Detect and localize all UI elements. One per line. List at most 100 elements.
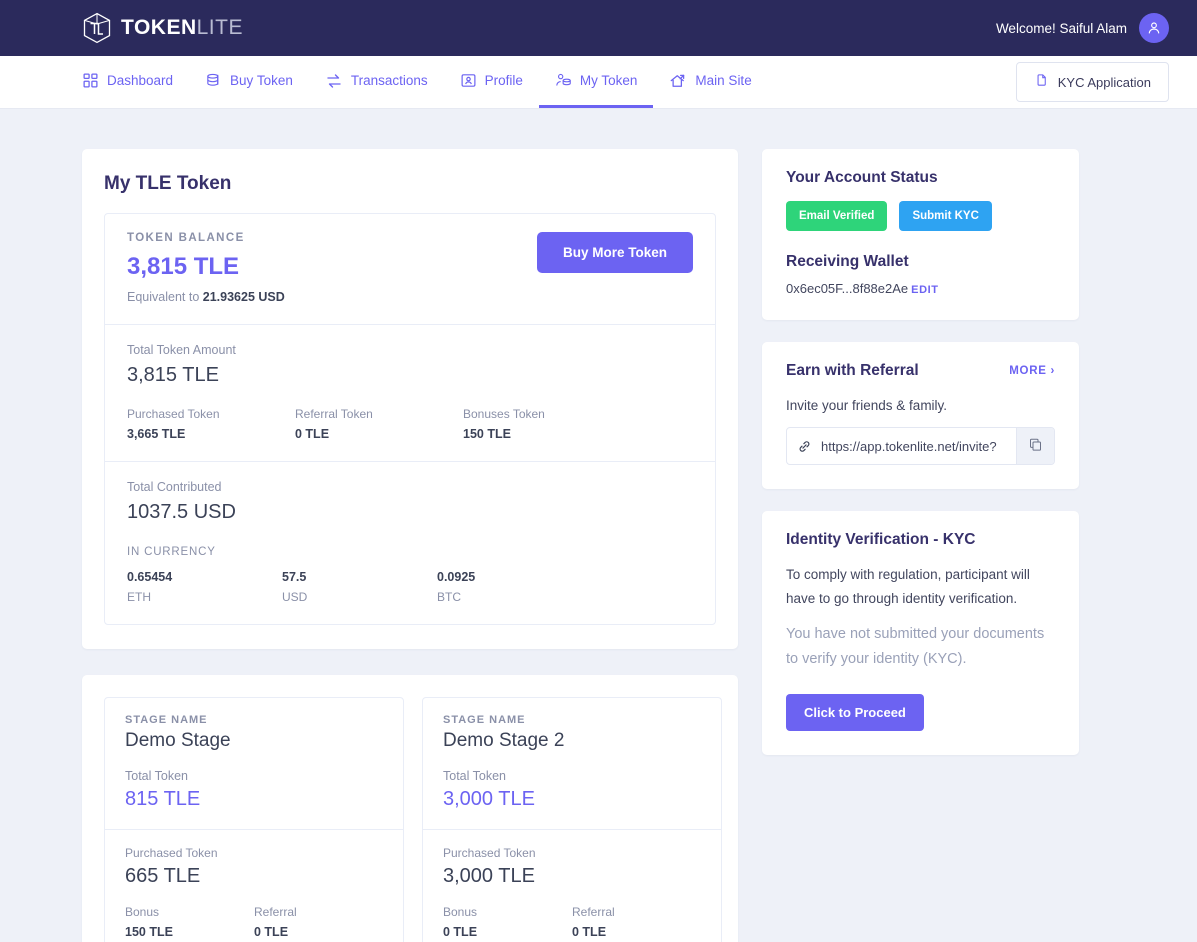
nav-item-transactions[interactable]: Transactions: [309, 56, 444, 108]
sidebar-column: Your Account Status Email Verified Submi…: [762, 149, 1079, 777]
user-coins-icon: [555, 72, 572, 89]
token-balance-equivalent: Equivalent to 21.93625 USD: [127, 290, 285, 304]
total-contributed-section: Total Contributed 1037.5 USD IN CURRENCY…: [105, 461, 715, 624]
currency-name-btc: BTC: [437, 590, 461, 604]
nav-label-dashboard: Dashboard: [107, 73, 174, 88]
kyc-application-button[interactable]: KYC Application: [1015, 62, 1169, 102]
link-icon: [787, 428, 821, 464]
stage-bonus: Bonus 0 TLE: [443, 905, 572, 939]
kyc-application-label: KYC Application: [1057, 74, 1151, 90]
currency-name-usd: USD: [282, 590, 308, 604]
equivalent-prefix: Equivalent to: [127, 290, 200, 304]
currency-name-eth: ETH: [127, 590, 151, 604]
brand-logo[interactable]: TOKENLITE: [82, 12, 243, 44]
currency-item: 0.65454 ETH: [127, 570, 282, 604]
token-summary-card: TOKEN BALANCE 3,815 TLE Equivalent to 21…: [104, 213, 716, 625]
stages-panel: STAGE NAME Demo Stage Total Token 815 TL…: [82, 675, 738, 942]
logo-lite-text: LITE: [196, 16, 243, 39]
stage-bonus-label: Bonus: [125, 905, 160, 919]
buy-more-token-button[interactable]: Buy More Token: [536, 232, 693, 273]
wallet-address: 0x6ec05F...8f88e2Ae: [786, 281, 909, 296]
stage-bonus-value: 0 TLE: [443, 925, 478, 939]
account-status-title: Your Account Status: [786, 169, 938, 186]
receiving-wallet-title: Receiving Wallet: [786, 253, 909, 270]
logo-cube-icon: [82, 12, 112, 44]
referral-card: Earn with Referral MORE › Invite your fr…: [762, 342, 1079, 489]
nav-label-transactions: Transactions: [350, 73, 428, 88]
user-area[interactable]: Welcome! Saiful Alam: [996, 13, 1169, 43]
nav-label-my-token: My Token: [579, 73, 638, 88]
status-badge-submit-kyc[interactable]: Submit KYC: [899, 201, 992, 231]
coins-icon: [205, 72, 222, 89]
stage-bonus-label: Bonus: [443, 905, 478, 919]
logo-wordmark: TOKENLITE: [121, 16, 243, 40]
status-badges: Email Verified Submit KYC: [786, 201, 1055, 231]
token-balance-info: TOKEN BALANCE 3,815 TLE Equivalent to 21…: [127, 232, 285, 304]
page-title: My TLE Token: [104, 173, 232, 194]
referral-link-box: [786, 427, 1055, 465]
total-token-label: Total Token Amount: [127, 343, 236, 357]
currency-item: 0.0925 BTC: [437, 570, 592, 604]
nav-item-profile[interactable]: Profile: [444, 56, 539, 108]
stage-card: STAGE NAME Demo Stage Total Token 815 TL…: [104, 697, 404, 942]
stage-name-label: STAGE NAME: [125, 714, 208, 726]
nav-item-main-site[interactable]: Main Site: [653, 56, 767, 108]
page-body: My TLE Token TOKEN BALANCE 3,815 TLE Equ…: [0, 109, 1197, 942]
referral-token-label: Referral Token: [295, 407, 373, 421]
copy-icon: [1028, 437, 1043, 455]
avatar[interactable]: [1139, 13, 1169, 43]
wallet-edit-link[interactable]: EDIT: [911, 284, 938, 296]
copy-referral-link-button[interactable]: [1016, 428, 1054, 464]
file-copy-icon: [1034, 73, 1049, 91]
breakdown-item: Purchased Token 3,665 TLE: [127, 407, 295, 441]
id-card-icon: [460, 72, 477, 89]
token-balance-label: TOKEN BALANCE: [127, 232, 245, 244]
referral-token-value: 0 TLE: [295, 427, 330, 441]
stage-referral-value: 0 TLE: [572, 925, 607, 939]
my-tle-token-panel: My TLE Token TOKEN BALANCE 3,815 TLE Equ…: [82, 149, 738, 649]
currency-breakdown: 0.65454 ETH 57.5 USD 0.0925 BTC: [127, 570, 693, 604]
stage-name-value: Demo Stage 2: [443, 730, 565, 751]
purchased-token-value: 3,665 TLE: [127, 427, 186, 441]
kyc-body-text: To comply with regulation, participant w…: [786, 567, 1030, 606]
token-balance-section: TOKEN BALANCE 3,815 TLE Equivalent to 21…: [105, 214, 715, 324]
referral-more-link[interactable]: MORE ›: [1009, 365, 1055, 377]
main-column: My TLE Token TOKEN BALANCE 3,815 TLE Equ…: [82, 149, 738, 942]
account-status-card: Your Account Status Email Verified Submi…: [762, 149, 1079, 320]
currency-value-eth: 0.65454: [127, 570, 173, 584]
main-nav: Dashboard Buy Token Transactions Profile…: [0, 56, 1197, 109]
stage-purchased-value: 3,000 TLE: [443, 865, 535, 887]
stage-bonus-referral: Bonus 150 TLE Referral 0 TLE: [125, 905, 383, 939]
nav-item-buy-token[interactable]: Buy Token: [189, 56, 309, 108]
stage-bonus-referral: Bonus 0 TLE Referral 0 TLE: [443, 905, 701, 939]
nav-item-dashboard[interactable]: Dashboard: [82, 56, 189, 108]
nav-item-my-token[interactable]: My Token: [538, 56, 654, 108]
in-currency-label: IN CURRENCY: [127, 546, 216, 558]
nav-label-buy-token: Buy Token: [230, 73, 293, 88]
bonuses-token-label: Bonuses Token: [463, 407, 545, 421]
exchange-icon: [325, 72, 343, 90]
stage-details: Purchased Token 3,000 TLE Bonus 0 TLE Re…: [423, 829, 721, 942]
status-badge-email-verified[interactable]: Email Verified: [786, 201, 888, 231]
token-breakdown: Purchased Token 3,665 TLE Referral Token…: [127, 407, 693, 441]
kyc-proceed-button[interactable]: Click to Proceed: [786, 693, 924, 731]
nav-right: KYC Application: [1015, 56, 1169, 108]
receiving-wallet-row: 0x6ec05F...8f88e2Ae EDIT: [786, 281, 1055, 296]
nav-links: Dashboard Buy Token Transactions Profile…: [82, 56, 768, 108]
referral-header: Earn with Referral MORE ›: [786, 362, 1055, 380]
home-arrow-icon: [669, 72, 687, 90]
currency-value-usd: 57.5: [282, 570, 307, 584]
stage-referral: Referral 0 TLE: [572, 905, 701, 939]
stage-referral: Referral 0 TLE: [254, 905, 383, 939]
kyc-note-text: You have not submitted your documents to…: [786, 626, 1045, 667]
stage-purchased-label: Purchased Token: [125, 846, 218, 860]
referral-link-input[interactable]: [821, 428, 1016, 464]
kyc-card: Identity Verification - KYC To comply wi…: [762, 511, 1079, 755]
invite-text: Invite your friends & family.: [786, 398, 948, 413]
currency-value-btc: 0.0925: [437, 570, 476, 584]
stage-total-value: 3,000 TLE: [443, 788, 535, 810]
stage-header: STAGE NAME Demo Stage Total Token 815 TL…: [105, 698, 403, 829]
total-contributed-label: Total Contributed: [127, 480, 222, 494]
stage-bonus: Bonus 150 TLE: [125, 905, 254, 939]
breakdown-item: Bonuses Token 150 TLE: [463, 407, 631, 441]
